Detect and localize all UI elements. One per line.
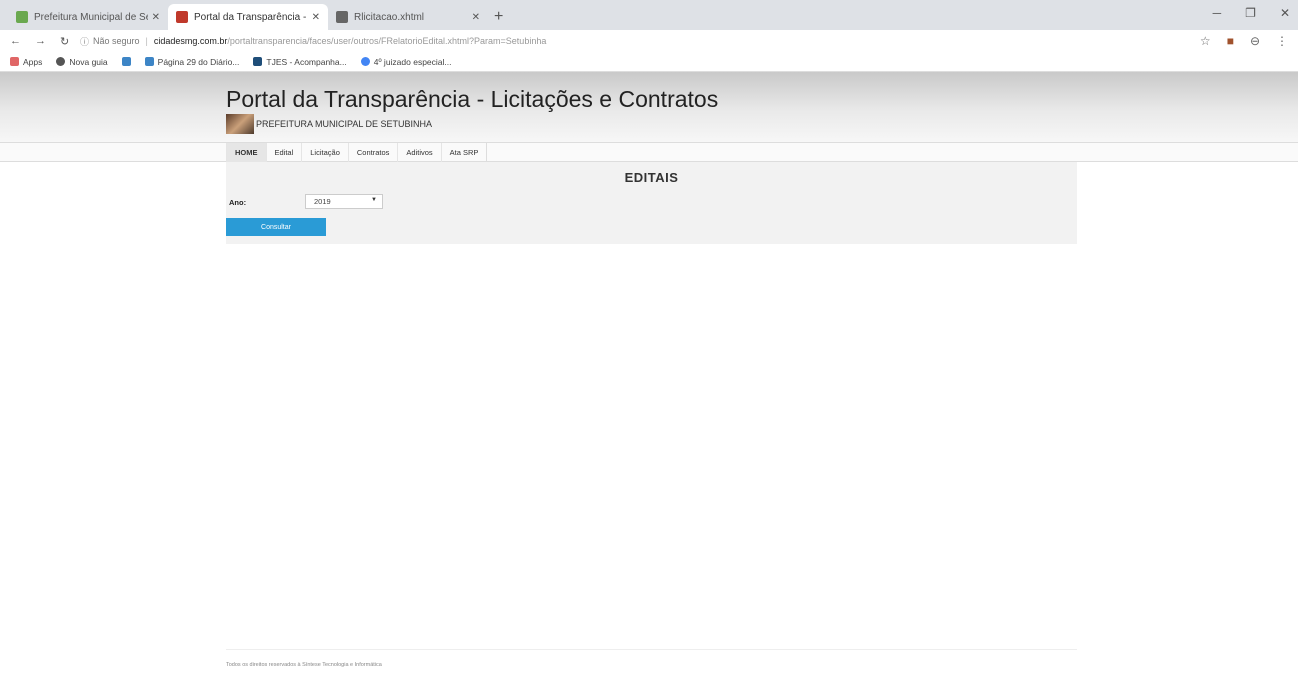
- page-subtitle: PREFEITURA MUNICIPAL DE SETUBINHA: [226, 114, 432, 134]
- footer-text: Todos os direitos reservados à Síntese T…: [226, 662, 382, 668]
- browser-tab-active[interactable]: Portal da Transparência - Licitaç ✕: [168, 4, 328, 30]
- address-bar[interactable]: ⓘ Não seguro | cidadesmg.com.br /portalt…: [80, 31, 1200, 51]
- restore-icon[interactable]: ❐: [1245, 6, 1256, 20]
- menu-item-home[interactable]: HOME: [226, 143, 266, 162]
- reload-icon[interactable]: ↻: [60, 35, 69, 48]
- bookmark-item[interactable]: [121, 57, 131, 66]
- tab-favicon-icon: [16, 11, 28, 23]
- bookmark-favicon-icon: [121, 57, 131, 66]
- bookmark-apps[interactable]: Apps: [10, 57, 42, 67]
- dropdown-arrow-icon: ▼: [371, 197, 377, 203]
- close-window-icon[interactable]: ✕: [1280, 6, 1290, 20]
- tab-title: Portal da Transparência - Licitaç: [194, 11, 308, 23]
- menu-item-aditivos[interactable]: Aditivos: [397, 143, 440, 162]
- tab-favicon-icon: [336, 11, 348, 23]
- browser-tab[interactable]: Rlicitacao.xhtml ✕: [328, 4, 488, 30]
- bookmarks-bar: Apps Nova guia Página 29 do Diário... TJ…: [0, 52, 1298, 72]
- minimize-icon[interactable]: ─: [1213, 6, 1222, 20]
- window-controls: ─ ❐ ✕: [1213, 6, 1290, 20]
- close-tab-icon[interactable]: ✕: [472, 12, 480, 23]
- bookmark-tjes[interactable]: TJES - Acompanha...: [253, 57, 347, 67]
- municipality-logo: [226, 114, 254, 134]
- close-tab-icon[interactable]: ✕: [152, 12, 160, 23]
- menu-kebab-icon[interactable]: ⋮: [1276, 34, 1288, 48]
- tab-title: Prefeitura Municipal de Setubinh: [34, 11, 148, 23]
- extension-icon[interactable]: ■: [1227, 34, 1234, 48]
- profile-icon[interactable]: ⊖: [1250, 34, 1260, 48]
- browser-toolbar: ← → ↻ ⓘ Não seguro | cidadesmg.com.br /p…: [0, 30, 1298, 52]
- bookmark-diario[interactable]: Página 29 do Diário...: [144, 57, 239, 67]
- footer-divider: [226, 649, 1077, 650]
- subtitle-text: PREFEITURA MUNICIPAL DE SETUBINHA: [256, 119, 433, 129]
- menu-item-contratos[interactable]: Contratos: [347, 143, 398, 162]
- page-title: Portal da Transparência - Licitações e C…: [226, 86, 719, 112]
- consultar-button[interactable]: Consultar: [226, 218, 326, 236]
- url-path: /portaltransparencia/faces/user/outros/F…: [227, 36, 547, 46]
- apps-grid-icon: [10, 57, 19, 66]
- menu-item-ata-srp[interactable]: Ata SRP: [440, 143, 487, 162]
- nav-menu: HOME Edital Licitação Contratos Aditivos…: [226, 143, 488, 162]
- editais-panel: EDITAIS Ano: 2019 ▼ Consultar: [226, 162, 1077, 244]
- tab-strip: Prefeitura Municipal de Setubinh ✕ Porta…: [0, 0, 1298, 30]
- bookmark-favicon-icon: [144, 57, 154, 66]
- menu-item-edital[interactable]: Edital: [265, 143, 302, 162]
- bookmark-nova-guia[interactable]: Nova guia: [56, 57, 108, 67]
- header-banner: Portal da Transparência - Licitações e C…: [0, 72, 1298, 142]
- globe-icon: [56, 57, 66, 66]
- ano-select-value: 2019: [314, 197, 331, 206]
- url-domain: cidadesmg.com.br: [153, 36, 228, 46]
- bookmark-favicon-icon: [253, 57, 263, 66]
- bookmark-star-icon[interactable]: ☆: [1200, 34, 1211, 48]
- tab-favicon-icon: [176, 11, 188, 23]
- ano-select[interactable]: 2019 ▼: [305, 194, 383, 209]
- forward-icon[interactable]: →: [35, 35, 46, 48]
- info-icon[interactable]: ⓘ: [80, 35, 89, 48]
- page: Portal da Transparência - Licitações e C…: [0, 72, 1298, 690]
- bookmark-juizado[interactable]: 4º juizado especial...: [360, 57, 452, 67]
- menu-item-licitacao[interactable]: Licitação: [301, 143, 348, 162]
- browser-tab[interactable]: Prefeitura Municipal de Setubinh ✕: [8, 4, 168, 30]
- ano-label: Ano:: [229, 198, 247, 207]
- security-label: Não seguro: [93, 36, 140, 46]
- tab-title: Rlicitacao.xhtml: [354, 11, 425, 23]
- close-tab-icon[interactable]: ✕: [312, 12, 320, 23]
- nav-menubar: HOME Edital Licitação Contratos Aditivos…: [0, 142, 1298, 162]
- new-tab-icon[interactable]: +: [494, 4, 503, 30]
- back-icon[interactable]: ←: [10, 35, 21, 48]
- google-icon: [360, 57, 370, 66]
- section-heading: EDITAIS: [624, 170, 679, 185]
